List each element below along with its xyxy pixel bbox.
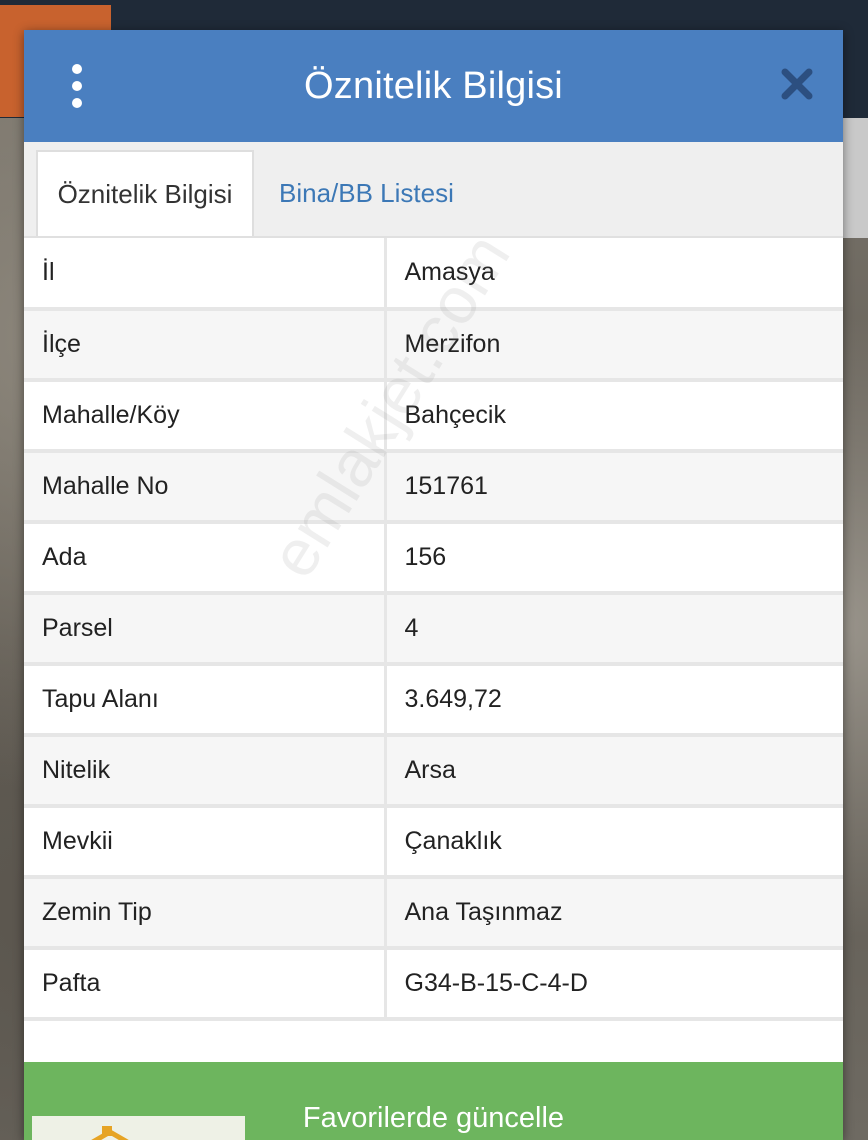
table-row: Pafta G34-B-15-C-4-D xyxy=(24,948,843,1021)
attribute-key: İlçe xyxy=(24,309,387,382)
attribute-value: 151761 xyxy=(385,451,843,524)
attribute-key: Pafta xyxy=(24,948,387,1021)
kebab-menu-icon[interactable] xyxy=(62,64,92,108)
table-row: Ada 156 xyxy=(24,522,843,595)
table-row: İl Amasya xyxy=(24,238,843,311)
attribute-value: Merzifon xyxy=(385,309,843,382)
attribute-key: Parsel xyxy=(24,593,387,666)
attribute-info-dialog: Öznitelik Bilgisi Öznitelik Bilgisi Bina… xyxy=(24,30,843,1140)
tab-building-list[interactable]: Bina/BB Listesi xyxy=(279,150,454,236)
attribute-value: 156 xyxy=(385,522,843,595)
attribute-table: İl Amasya İlçe Merzifon Mahalle/Köy Bahç… xyxy=(24,238,843,1021)
table-row: Nitelik Arsa xyxy=(24,735,843,808)
attribute-key: Tapu Alanı xyxy=(24,664,387,737)
table-row: Tapu Alanı 3.649,72 xyxy=(24,664,843,737)
attribute-value: Amasya xyxy=(385,238,843,311)
attribute-value: 4 xyxy=(385,593,843,666)
tab-bar: Öznitelik Bilgisi Bina/BB Listesi xyxy=(24,142,843,238)
close-icon[interactable] xyxy=(779,66,815,102)
attribute-key: Ada xyxy=(24,522,387,595)
attribute-key: Nitelik xyxy=(24,735,387,808)
dialog-title: Öznitelik Bilgisi xyxy=(304,64,563,107)
house-roof-icon xyxy=(91,1126,129,1140)
attribute-key: Mahalle No xyxy=(24,451,387,524)
attribute-key: İl xyxy=(24,238,387,311)
attribute-value: Çanaklık xyxy=(385,806,843,879)
house-logo-icon xyxy=(32,1116,245,1140)
attribute-value: G34-B-15-C-4-D xyxy=(385,948,843,1021)
tab-label: Bina/BB Listesi xyxy=(279,177,454,208)
table-row: Mevkii Çanaklık xyxy=(24,806,843,879)
map-side-strip xyxy=(843,118,868,238)
dialog-header: Öznitelik Bilgisi xyxy=(24,30,843,142)
attribute-key: Mahalle/Köy xyxy=(24,380,387,453)
table-row: Zemin Tip Ana Taşınmaz xyxy=(24,877,843,950)
attribute-value: Arsa xyxy=(385,735,843,808)
attribute-value: Bahçecik xyxy=(385,380,843,453)
table-row: Mahalle/Köy Bahçecik xyxy=(24,380,843,453)
attribute-value: Ana Taşınmaz xyxy=(385,877,843,950)
button-label: Favorilerde güncelle xyxy=(302,1102,565,1134)
tab-label: Öznitelik Bilgisi xyxy=(57,178,233,209)
table-row: Parsel 4 xyxy=(24,593,843,666)
attribute-value: 3.649,72 xyxy=(385,664,843,737)
tab-attribute-info[interactable]: Öznitelik Bilgisi xyxy=(36,150,254,236)
attribute-key: Zemin Tip xyxy=(24,877,387,950)
table-row: İlçe Merzifon xyxy=(24,309,843,382)
attribute-key: Mevkii xyxy=(24,806,387,879)
table-row: Mahalle No 151761 xyxy=(24,451,843,524)
